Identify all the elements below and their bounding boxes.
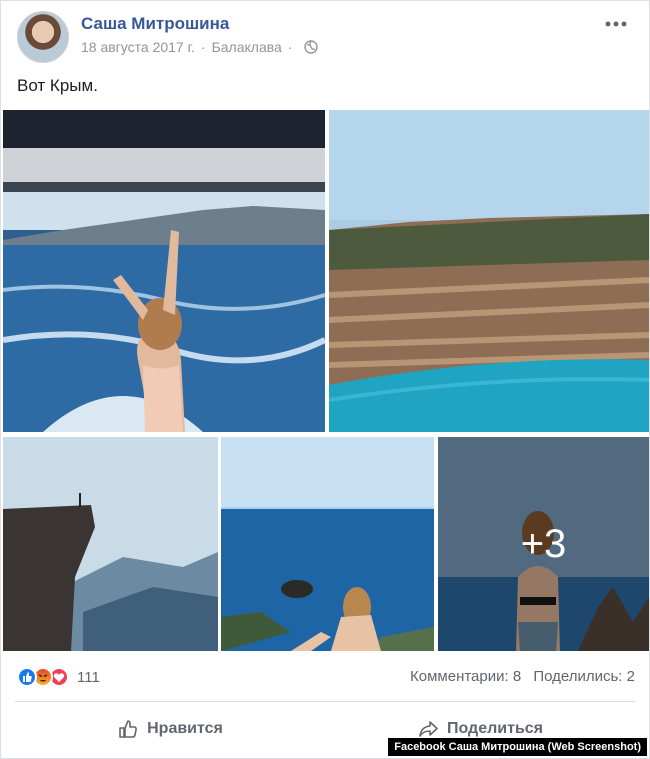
watermark: Facebook Саша Митрошина (Web Screenshot) <box>388 738 647 756</box>
reactions-summary[interactable]: 111 <box>17 666 100 688</box>
reaction-count[interactable]: 111 <box>77 669 100 686</box>
post-stats: Комментарии: 8 Поделились: 2 <box>410 668 635 685</box>
more-dots-icon[interactable] <box>605 19 627 29</box>
comments-count[interactable]: Комментарии: 8 <box>410 668 521 685</box>
post-header: Саша Митрошина 18 августа 2017 г. · Бала… <box>17 9 637 65</box>
facebook-post: Саша Митрошина 18 августа 2017 г. · Бала… <box>0 0 650 759</box>
photo-boat-wake[interactable] <box>3 110 325 432</box>
like-reaction-icon <box>17 667 37 687</box>
meta-separator: · <box>200 39 206 55</box>
share-arrow-icon <box>419 721 438 737</box>
photo-quarry-lake[interactable] <box>329 110 649 432</box>
post-date[interactable]: 18 августа 2017 г. <box>81 39 195 55</box>
post-location[interactable]: Балаклава <box>212 39 282 55</box>
thumbs-up-icon <box>119 720 138 738</box>
share-button-label: Поделиться <box>446 720 544 737</box>
photo-more[interactable]: +3 <box>438 437 649 651</box>
post-text: Вот Крым. <box>17 76 98 95</box>
author-name[interactable]: Саша Митрошина <box>81 14 229 34</box>
post-meta: 18 августа 2017 г. · Балаклава · <box>81 39 319 55</box>
more-photos-overlay[interactable]: +3 <box>438 437 649 651</box>
avatar[interactable] <box>17 11 69 63</box>
like-button-label: Нравится <box>147 720 223 737</box>
globe-icon[interactable] <box>304 40 319 54</box>
like-button[interactable]: Нравится <box>15 707 325 751</box>
photo-sea-rock[interactable] <box>221 437 434 651</box>
meta-separator-2: · <box>287 39 293 55</box>
divider <box>15 701 635 702</box>
shares-count[interactable]: Поделились: 2 <box>533 668 635 685</box>
photo-cliff[interactable] <box>3 437 218 651</box>
